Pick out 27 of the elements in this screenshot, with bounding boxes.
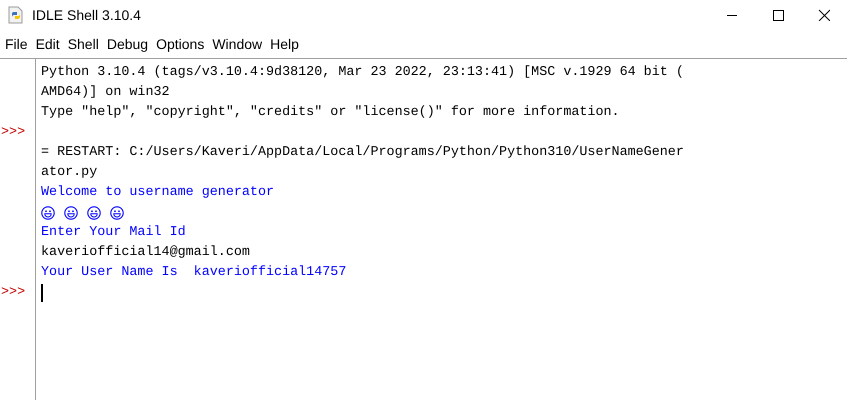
output-text: Type "help", "copyright", "credits" or "license()" for more information. [41,104,620,122]
menu-item[interactable]: Help [266,30,303,58]
menu-item[interactable]: Debug [102,30,152,58]
output-text: Welcome to username generator [41,184,274,202]
menu-item[interactable]: File [1,30,32,58]
window-title: IDLE Shell 3.10.4 [32,6,142,24]
menu-item[interactable]: Shell [64,30,103,58]
smiley-icon [64,206,78,220]
close-icon [818,9,830,21]
menu-item[interactable]: Options [152,30,208,58]
input-text: kaveriofficial14@gmail.com [41,244,250,262]
output-text: ator.py [41,164,98,182]
output-text: Your User Name Is kaveriofficial14757 [41,264,346,282]
output-text: Enter Your Mail Id [41,224,186,242]
prompt: >>> [0,125,26,140]
prompt: >>> [0,285,26,300]
maximize-icon [772,9,784,21]
menu-item[interactable]: Edit [32,30,64,58]
text-cursor [41,284,42,302]
menu-item[interactable]: Window [208,30,266,58]
smiley-icon [87,206,101,220]
output-text: = RESTART: C:/Users/Kaveri/AppData/Local/Programs/Python/Python310/UserNameGener [41,144,684,162]
smiley-icon [110,206,124,220]
output-text: Python 3.10.4 (tags/v3.10.4:9d38120, Mar 23 2022, 23:13:41) [MSC v.1929 64 bit ( [41,64,684,82]
output-text: AMD64)] on win32 [41,84,170,102]
python-file-icon [8,6,24,24]
smiley-icon [41,206,55,220]
